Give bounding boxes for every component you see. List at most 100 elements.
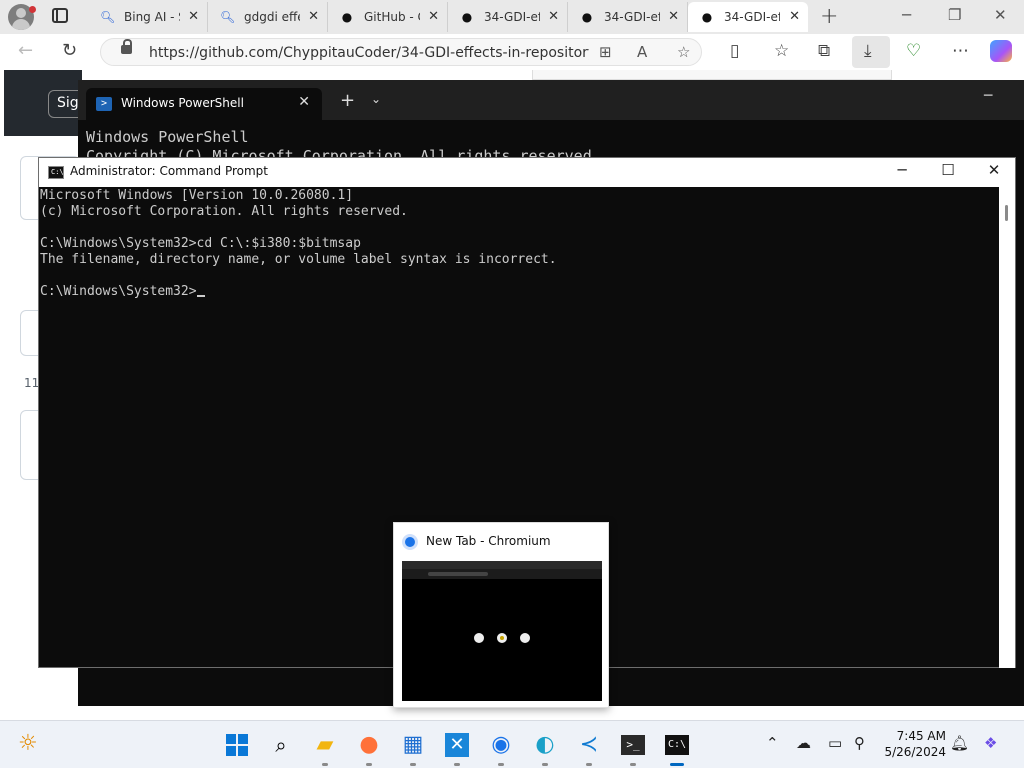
scrollbar-thumb[interactable] — [1005, 205, 1008, 221]
close-tab-icon[interactable]: ✕ — [298, 94, 310, 110]
browser-tab-4[interactable]: ● 34-GDI-ef ✕ — [448, 2, 568, 32]
restore-icon[interactable]: ❐ — [948, 6, 961, 24]
notification-bell-icon[interactable]: 🔔︎ — [950, 734, 969, 752]
read-aloud-icon[interactable]: A — [637, 43, 647, 61]
browser-tab-1[interactable]: 🔍︎ Bing AI - S ✕ — [88, 2, 208, 32]
browser-tab-2[interactable]: 🔍︎ gdgdi effe ✕ — [208, 2, 328, 32]
chromium-button[interactable]: ◉ — [487, 731, 515, 766]
chevron-up-icon[interactable]: ⌃ — [766, 734, 779, 752]
edge-icon: ◐ — [535, 732, 555, 757]
terminal-tab-powershell[interactable]: > Windows PowerShell ✕ — [86, 88, 322, 120]
onedrive-offline-icon[interactable]: ☁ — [796, 734, 811, 752]
chromium-icon — [402, 534, 418, 550]
preview-thumbnail[interactable] — [402, 561, 602, 701]
microsoft-store-button[interactable]: ▦ — [399, 731, 427, 766]
search-icon: 🔍︎ — [220, 10, 236, 24]
close-tab-icon[interactable]: ✕ — [668, 9, 679, 24]
browser-tab-3[interactable]: ● GitHub - C ✕ — [328, 2, 448, 32]
chromium-taskbar-preview[interactable]: New Tab - Chromium — [393, 522, 609, 708]
refresh-icon[interactable]: ↻ — [62, 40, 77, 61]
weather-widget-icon[interactable]: ☼ — [18, 731, 38, 756]
cmd-app-icon: C:\ — [48, 166, 64, 179]
browser-tab-label: gdgdi effe — [244, 10, 300, 24]
close-tab-icon[interactable]: ✕ — [548, 9, 559, 24]
close-tab-icon[interactable]: ✕ — [428, 9, 439, 24]
command-prompt-button[interactable]: C:\ — [663, 731, 691, 766]
chevron-down-icon[interactable]: ⌄ — [371, 92, 381, 106]
back-arrow-icon[interactable]: ← — [18, 40, 33, 61]
lock-icon[interactable] — [121, 39, 132, 54]
new-terminal-tab-icon[interactable]: + — [340, 90, 355, 111]
terminal-icon: >_ — [621, 735, 645, 755]
favorite-star-icon[interactable]: ☆ — [677, 43, 690, 61]
store-icon: ▦ — [402, 732, 424, 757]
address-url[interactable]: https://github.com/ChyppitauCoder/34-GDI… — [149, 45, 589, 61]
console-prompt-line[interactable]: C:\Windows\System32> — [40, 284, 999, 300]
address-bar[interactable]: https://github.com/ChyppitauCoder/34-GDI… — [100, 38, 702, 66]
browser-toolbar: ← ↻ https://github.com/ChyppitauCoder/34… — [0, 34, 1024, 70]
file-explorer-button[interactable]: ▰ — [311, 731, 339, 766]
more-menu-icon[interactable]: ⋯ — [952, 41, 969, 61]
browser-tab-label: 34-GDI-ef — [724, 10, 780, 24]
vscode-icon: ≺ — [579, 732, 599, 757]
minimize-icon[interactable]: ─ — [879, 161, 925, 183]
display-icon[interactable]: ▭ — [828, 734, 842, 752]
cmd-title-bar[interactable]: C:\ Administrator: Command Prompt ─ ☐ ✕ — [39, 158, 1015, 187]
start-button[interactable] — [223, 731, 251, 759]
close-tab-icon[interactable]: ✕ — [308, 9, 319, 24]
copilot-icon[interactable] — [990, 40, 1012, 62]
browser-tab-6-active[interactable]: ● 34-GDI-ef ✕ — [688, 2, 808, 32]
thumbnail-address — [428, 572, 488, 576]
tab-actions-icon[interactable] — [52, 8, 68, 23]
search-button[interactable]: ⌕ — [267, 731, 295, 759]
browser-tab-label: 34-GDI-ef — [604, 10, 660, 24]
close-window-icon[interactable]: ✕ — [994, 6, 1007, 24]
favorites-icon[interactable]: ☆ — [774, 41, 789, 61]
profile-notification-badge — [29, 6, 36, 13]
x-app-button[interactable]: ✕ — [443, 731, 471, 766]
running-indicator — [454, 763, 460, 766]
browser-tab-5[interactable]: ● 34-GDI-ef ✕ — [568, 2, 688, 32]
close-window-icon[interactable]: ✕ — [971, 161, 1017, 183]
new-tab-plus-icon[interactable]: + — [820, 4, 838, 29]
terminal-line: Windows PowerShell — [86, 128, 249, 146]
running-indicator — [410, 763, 416, 766]
thumbnail-shortcut — [520, 633, 530, 643]
downloads-panel-edge — [532, 70, 892, 80]
running-indicator — [630, 763, 636, 766]
system-clock[interactable]: 7:45 AM 5/26/2024 — [880, 728, 946, 760]
apps-grid-icon[interactable]: ⊞ — [599, 43, 612, 61]
clock-time: 7:45 AM — [896, 729, 946, 743]
close-tab-icon[interactable]: ✕ — [188, 9, 199, 24]
maximize-icon[interactable]: ☐ — [925, 161, 971, 183]
running-indicator — [498, 763, 504, 766]
download-icon: ⤓ — [864, 41, 872, 61]
network-icon[interactable]: ⚲ — [854, 734, 865, 752]
page-count-text: 11 — [24, 376, 40, 390]
cmd-scrollbar[interactable] — [999, 187, 1015, 668]
terminal-button[interactable]: >_ — [619, 731, 647, 766]
running-indicator — [366, 763, 372, 766]
x-app-icon: ✕ — [445, 733, 469, 757]
downloads-button[interactable]: ⤓ — [852, 36, 890, 68]
text-cursor — [196, 295, 205, 297]
copilot-preview-icon[interactable]: ❖ — [984, 734, 997, 752]
minimize-icon[interactable]: ─ — [984, 88, 992, 104]
console-line: C:\Windows\System32>cd C:\:$i380:$bitmsa… — [40, 236, 361, 251]
powershell-icon: > — [96, 97, 112, 111]
thumbnail-shortcut — [497, 633, 507, 643]
console-line: The filename, directory name, or volume … — [40, 252, 557, 267]
close-tab-icon[interactable]: ✕ — [789, 9, 800, 24]
vscode-button[interactable]: ≺ — [575, 731, 603, 766]
firefox-button[interactable]: ● — [355, 731, 383, 766]
running-indicator — [586, 763, 592, 766]
console-line: Microsoft Windows [Version 10.0.26080.1] — [40, 188, 354, 203]
running-indicator — [542, 763, 548, 766]
edge-button[interactable]: ◐ — [531, 731, 559, 766]
minimize-icon[interactable]: ─ — [902, 6, 911, 24]
collections-icon[interactable]: ⧉ — [818, 41, 830, 61]
browser-tab-label: GitHub - C — [364, 10, 420, 24]
split-screen-icon[interactable]: ▯ — [730, 41, 739, 61]
browser-essentials-icon[interactable]: ♡ — [906, 41, 921, 61]
